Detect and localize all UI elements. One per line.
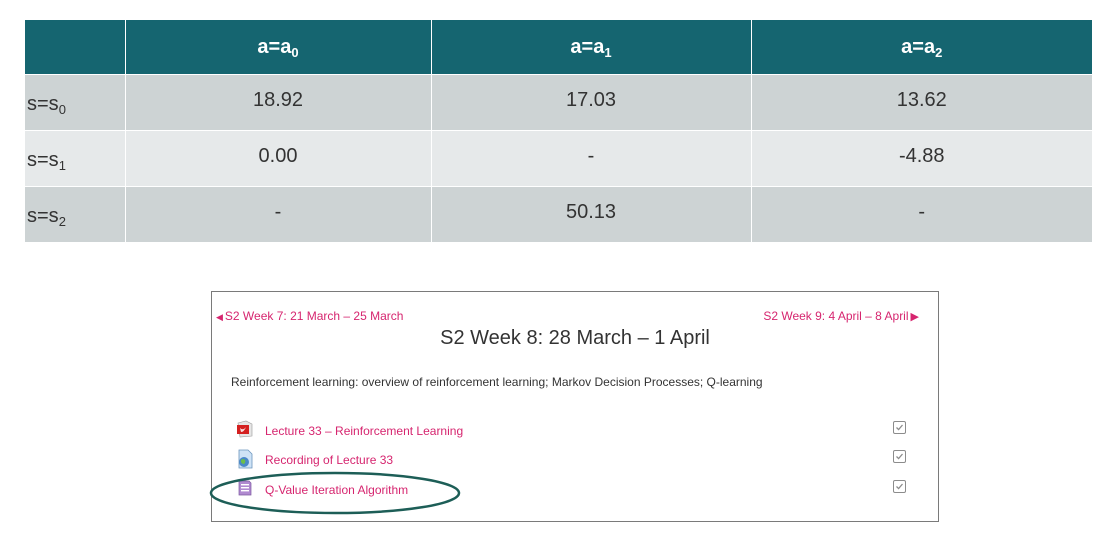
table-corner-cell [25, 20, 126, 75]
next-section-label: S2 Week 9: 4 April – 8 April [763, 309, 909, 323]
action-header-a1: a=a1 [431, 20, 752, 75]
q-value-cell: 13.62 [751, 74, 1092, 131]
table-header-row: a=a0 a=a1 a=a2 [25, 20, 1092, 75]
q-value-cell: 18.92 [125, 74, 432, 131]
state-label-s1: s=s1 [25, 130, 126, 187]
section-summary: Reinforcement learning: overview of rein… [231, 375, 763, 389]
pdf-icon [236, 420, 254, 438]
completion-checkbox[interactable] [893, 421, 906, 434]
previous-section-label: S2 Week 7: 21 March – 25 March [224, 309, 404, 323]
activity-link[interactable]: Q-Value Iteration Algorithm [265, 483, 408, 497]
triangle-left-icon: ◀ [216, 312, 223, 322]
table-row: s=s1 0.00 - -4.88 [25, 130, 1092, 187]
activity-link[interactable]: Lecture 33 – Reinforcement Learning [265, 424, 463, 438]
state-label-s0: s=s0 [25, 74, 126, 131]
table-row: s=s0 18.92 17.03 13.62 [25, 74, 1092, 131]
next-section-link[interactable]: S2 Week 9: 4 April – 8 April ▶ [763, 309, 919, 323]
completion-checkbox[interactable] [893, 450, 906, 463]
q-value-cell: 50.13 [431, 186, 752, 243]
section-title: S2 Week 8: 28 March – 1 April [440, 327, 710, 349]
q-value-cell: - [125, 186, 432, 243]
activity-item-q-value-iteration: Q-Value Iteration Algorithm [236, 479, 906, 499]
q-value-cell: - [431, 130, 752, 187]
q-value-cell: -4.88 [751, 130, 1092, 187]
q-value-cell: 17.03 [431, 74, 752, 131]
completion-checkbox[interactable] [893, 480, 906, 493]
triangle-right-icon: ▶ [910, 311, 919, 323]
q-value-cell: - [751, 186, 1092, 243]
url-icon [236, 449, 254, 469]
action-header-a2: a=a2 [751, 20, 1092, 75]
page-icon [236, 479, 254, 497]
state-label-s2: s=s2 [25, 186, 126, 243]
activity-item-recording: Recording of Lecture 33 [236, 449, 906, 469]
activity-link[interactable]: Recording of Lecture 33 [265, 453, 393, 467]
previous-section-link[interactable]: ◀ S2 Week 7: 21 March – 25 March [216, 309, 403, 323]
activity-item-lecture-33: Lecture 33 – Reinforcement Learning [236, 420, 906, 440]
q-value-cell: 0.00 [125, 130, 432, 187]
q-value-table: a=a0 a=a1 a=a2 s=s0 18.92 17.03 13.62 s=… [25, 20, 1092, 243]
course-section-panel: ◀ S2 Week 7: 21 March – 25 March S2 Week … [211, 291, 939, 522]
table-row: s=s2 - 50.13 - [25, 186, 1092, 243]
action-header-a0: a=a0 [125, 20, 432, 75]
